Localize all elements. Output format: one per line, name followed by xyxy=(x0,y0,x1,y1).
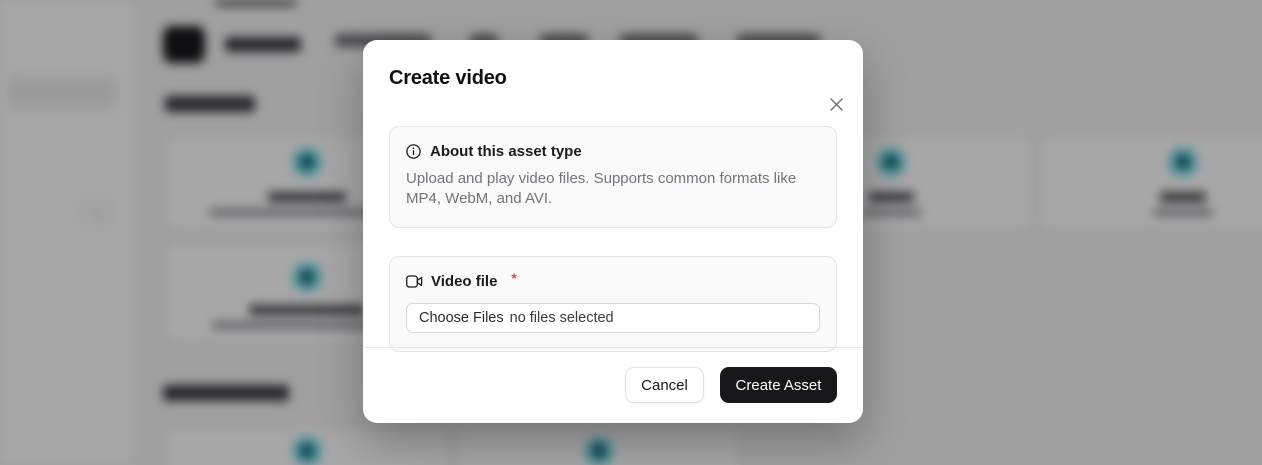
cancel-button[interactable]: Cancel xyxy=(625,367,704,403)
close-icon xyxy=(830,98,843,111)
file-input-status: no files selected xyxy=(510,310,614,326)
dialog-title: Create video xyxy=(389,67,837,90)
create-video-dialog: Create video About this asset type Uploa… xyxy=(363,40,863,423)
about-heading: About this asset type xyxy=(430,143,582,160)
info-icon xyxy=(406,144,421,159)
app-screen: ‹ xyxy=(0,0,1262,465)
video-file-input[interactable]: Choose Files no files selected xyxy=(406,303,820,333)
video-camera-icon xyxy=(406,275,423,288)
about-asset-type-box: About this asset type Upload and play vi… xyxy=(389,126,837,228)
video-file-group: Video file * Choose Files no files selec… xyxy=(389,256,837,352)
create-asset-button[interactable]: Create Asset xyxy=(720,367,837,403)
dialog-footer: Cancel Create Asset xyxy=(363,347,863,423)
required-asterisk: * xyxy=(511,270,516,286)
video-file-label: Video file xyxy=(431,273,497,290)
choose-files-button[interactable]: Choose Files xyxy=(419,310,504,326)
about-description: Upload and play video files. Supports co… xyxy=(406,169,820,209)
close-button[interactable] xyxy=(822,90,850,118)
